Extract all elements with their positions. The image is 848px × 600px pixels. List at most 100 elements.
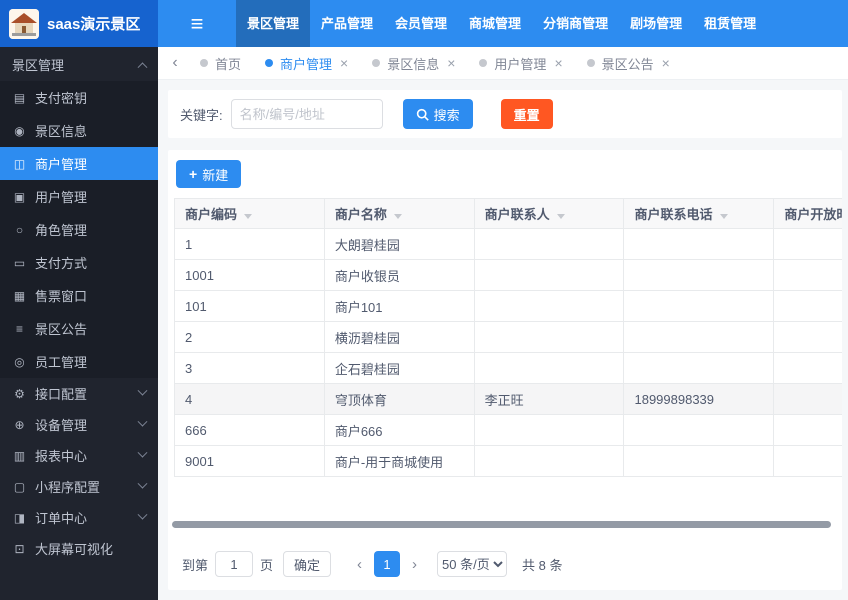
table-cell: 商户101: [323, 290, 475, 322]
tab[interactable]: 商户管理 ×: [253, 47, 360, 79]
sidebar-item[interactable]: ≡ 景区公告: [0, 312, 158, 345]
next-page-icon[interactable]: ›: [407, 556, 422, 573]
filter-icon[interactable]: [556, 214, 565, 219]
sidebar-collapse-icon[interactable]: ≡: [158, 0, 236, 47]
sidebar-group-label: 设备管理: [35, 418, 88, 433]
report-icon: ▥: [13, 448, 26, 463]
sidebar-group[interactable]: ◨ 订单中心: [0, 502, 158, 533]
column-header[interactable]: 商户编码: [174, 198, 325, 229]
key-icon: ▤: [13, 90, 26, 105]
table-cell: [623, 321, 775, 353]
table-cell: [473, 414, 625, 446]
close-icon[interactable]: ×: [340, 55, 348, 71]
top-nav-item[interactable]: 租赁管理: [693, 0, 767, 47]
goto-confirm-button[interactable]: 确定: [283, 551, 332, 577]
goto-page-input[interactable]: [215, 551, 254, 577]
column-header[interactable]: 商户联系人: [473, 198, 625, 229]
tabs-bar: ‹ 首页 商户管理 × 景区信息 × 用户管理 × 景区公告 ×: [158, 47, 848, 80]
sidebar-item[interactable]: ▣ 用户管理: [0, 180, 158, 213]
table-cell: [773, 228, 842, 260]
table-cell: 1001: [174, 259, 325, 291]
sidebar-group[interactable]: ⊡ 大屏幕可视化: [0, 533, 158, 564]
search-icon: [416, 108, 429, 121]
new-button[interactable]: + 新建: [176, 160, 242, 188]
tab[interactable]: 用户管理 ×: [467, 47, 574, 79]
table-row[interactable]: 4 穹顶体育 李正旺 18999898339: [174, 383, 842, 415]
search-panel: 关键字: 搜索 重置: [168, 90, 842, 138]
close-icon[interactable]: ×: [662, 55, 670, 71]
table-cell: [473, 290, 625, 322]
search-button[interactable]: 搜索: [402, 99, 473, 129]
api-icon: ⚙: [14, 386, 25, 401]
page-number-button[interactable]: 1: [374, 551, 401, 577]
table-cell: [623, 228, 775, 260]
merchant-icon: ◫: [13, 156, 26, 171]
page-size-select[interactable]: 50 条/页: [437, 551, 508, 577]
table-cell: 商户-用于商城使用: [323, 445, 475, 477]
sidebar-item[interactable]: ▦ 售票窗口: [0, 279, 158, 312]
reset-button-label: 重置: [513, 107, 540, 123]
tab[interactable]: 首页: [188, 47, 253, 79]
sidebar-item-label: 支付密钥: [35, 91, 88, 106]
sidebar-item[interactable]: ▤ 支付密钥: [0, 81, 158, 114]
scrollbar-thumb[interactable]: [172, 521, 832, 528]
table-cell: [773, 290, 842, 322]
table-cell: [773, 445, 842, 477]
top-nav-item[interactable]: 分销商管理: [532, 0, 619, 47]
tabs-scroll-left-icon[interactable]: ‹: [162, 50, 188, 76]
table-row[interactable]: 1 大朗碧桂园: [174, 228, 842, 260]
column-header[interactable]: 商户名称: [323, 198, 475, 229]
sidebar-group[interactable]: ▥ 报表中心: [0, 440, 158, 471]
keyword-input[interactable]: [230, 99, 383, 129]
sidebar-group-label: 景区管理: [12, 57, 65, 73]
tab[interactable]: 景区信息 ×: [360, 47, 467, 79]
top-nav-item[interactable]: 会员管理: [384, 0, 458, 47]
top-nav-item[interactable]: 产品管理: [310, 0, 384, 47]
top-nav-item[interactable]: 商城管理: [458, 0, 532, 47]
sidebar-group-label: 接口配置: [35, 387, 88, 402]
filter-icon[interactable]: [393, 214, 402, 219]
column-header-label: 商户联系人: [484, 207, 550, 222]
main-area: ‹ 首页 商户管理 × 景区信息 × 用户管理 × 景区公告 × 关键字: 搜索 重置 + 新建: [158, 47, 848, 600]
table-row[interactable]: 1001 商户收银员: [174, 259, 842, 291]
sidebar-group[interactable]: 景区管理: [0, 47, 158, 81]
sidebar-group[interactable]: ⚙ 接口配置: [0, 378, 158, 409]
sidebar-group[interactable]: ⊕ 设备管理: [0, 409, 158, 440]
table-row[interactable]: 9001 商户-用于商城使用: [174, 445, 842, 477]
table-cell: [773, 414, 842, 446]
table-cell: 9001: [174, 445, 325, 477]
prev-page-icon[interactable]: ‹: [352, 556, 367, 573]
sidebar-item[interactable]: ◎ 员工管理: [0, 345, 158, 378]
column-header-label: 商户编码: [185, 207, 238, 222]
column-header[interactable]: 商户开放时间: [773, 198, 842, 229]
table-cell: [773, 321, 842, 353]
filter-icon[interactable]: [719, 214, 728, 219]
column-header[interactable]: 商户联系电话: [623, 198, 775, 229]
top-nav: 景区管理 产品管理 会员管理 商城管理 分销商管理 剧场管理 租赁管理: [236, 0, 767, 47]
table-cell: [473, 259, 625, 291]
table-row[interactable]: 2 横沥碧桂园: [174, 321, 842, 353]
app-logo: saas演示景区: [0, 0, 158, 47]
horizontal-scrollbar[interactable]: [172, 521, 838, 528]
top-nav-item[interactable]: 景区管理: [236, 0, 311, 47]
table-row[interactable]: 101 商户101: [174, 290, 842, 322]
sidebar-item[interactable]: ◫ 商户管理: [0, 147, 158, 180]
chevron-down-icon: [137, 416, 148, 427]
sidebar-group[interactable]: ▢ 小程序配置: [0, 471, 158, 502]
table-row[interactable]: 3 企石碧桂园: [174, 352, 842, 384]
sidebar-item[interactable]: ○ 角色管理: [0, 213, 158, 246]
tab[interactable]: 景区公告 ×: [575, 47, 682, 79]
top-nav-item[interactable]: 剧场管理: [619, 0, 693, 47]
table-cell: 3: [174, 352, 325, 384]
sidebar-item[interactable]: ▭ 支付方式: [0, 246, 158, 279]
reset-button[interactable]: 重置: [500, 99, 553, 129]
close-icon[interactable]: ×: [554, 55, 562, 71]
sidebar: 景区管理 ▤ 支付密钥 ◉ 景区信息 ◫ 商户管理 ▣ 用户管理 ○ 角色管理 ▭ 支付方式 ▦ 售票窗口 ≡…: [0, 47, 158, 600]
sidebar-item[interactable]: ◉ 景区信息: [0, 114, 158, 147]
filter-icon[interactable]: [244, 214, 253, 219]
column-header-label: 商户名称: [334, 207, 387, 222]
table-row[interactable]: 666 商户666: [174, 414, 842, 446]
close-icon[interactable]: ×: [447, 55, 455, 71]
user-icon: ▣: [13, 189, 26, 204]
sidebar-item-label: 售票窗口: [35, 289, 88, 304]
